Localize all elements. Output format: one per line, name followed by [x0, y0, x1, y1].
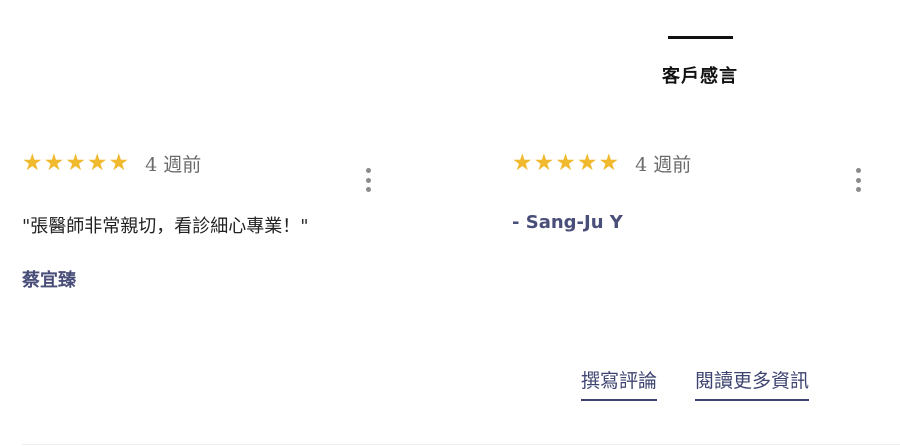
write-review-link[interactable]: 撰寫評論	[581, 366, 658, 401]
review-text: "張醫師非常親切，看診細心專業！"	[22, 216, 309, 237]
review-card: ★ ★ ★ ★ ★ 4 週前 - Sang-Ju Y	[512, 148, 872, 233]
more-options-icon[interactable]	[855, 168, 861, 192]
star-icon: ★	[65, 149, 86, 176]
dot	[365, 168, 371, 173]
star-icon: ★	[576, 149, 598, 176]
star-rating: ★ ★ ★ ★ ★	[512, 149, 620, 176]
star-icon: ★	[512, 149, 533, 176]
review-actions: 撰寫評論 閱讀更多資訊	[581, 366, 810, 401]
review-card: ★ ★ ★ ★ ★ 4 週前 "張醫師非常親切，看診細心專業！" 蔡宜臻	[22, 148, 382, 292]
star-icon: ★	[533, 149, 555, 176]
review-author: 蔡宜臻	[22, 270, 76, 291]
divider	[22, 444, 900, 445]
review-date: 4 週前	[635, 153, 692, 176]
dot	[365, 187, 371, 192]
dot	[855, 187, 861, 192]
dot	[365, 177, 371, 183]
star-icon: ★	[555, 149, 576, 176]
dot	[855, 177, 861, 183]
star-icon: ★	[598, 149, 620, 176]
section-title-rule	[668, 36, 733, 39]
star-icon: ★	[86, 149, 108, 176]
review-author: - Sang-Ju Y	[512, 212, 623, 233]
review-date: 4 週前	[145, 153, 202, 176]
star-rating: ★ ★ ★ ★ ★	[22, 149, 130, 176]
dot	[855, 168, 861, 173]
star-icon: ★	[108, 149, 130, 176]
star-icon: ★	[22, 149, 43, 176]
rating-row: ★ ★ ★ ★ ★ 4 週前	[512, 148, 872, 178]
more-options-icon[interactable]	[365, 168, 371, 192]
read-more-link[interactable]: 閱讀更多資訊	[695, 366, 810, 401]
star-icon: ★	[43, 149, 65, 176]
section-title: 客戶感言	[662, 66, 738, 87]
rating-row: ★ ★ ★ ★ ★ 4 週前	[22, 148, 382, 178]
